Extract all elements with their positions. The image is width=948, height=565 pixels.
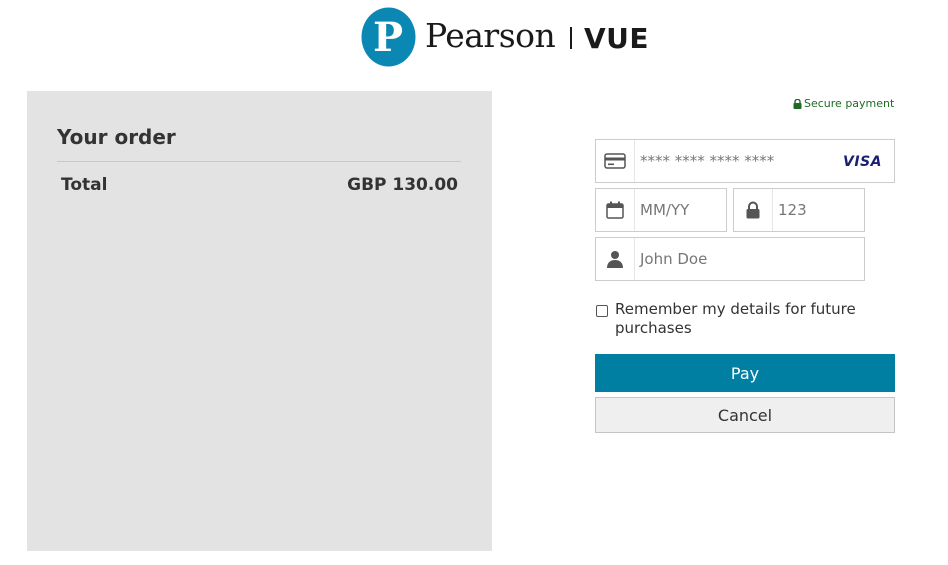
pearson-logo-icon: P <box>361 7 416 67</box>
order-title: Your order <box>57 125 176 149</box>
logo-letter: P <box>373 14 403 61</box>
user-icon <box>596 238 635 280</box>
brand-separator <box>570 27 572 49</box>
secure-payment-indicator: Secure payment <box>793 97 894 110</box>
padlock-icon <box>793 98 802 109</box>
card-number-field[interactable]: **** **** **** **** VISA <box>595 139 895 183</box>
order-summary-panel: Your order Total GBP 130.00 <box>27 91 492 551</box>
order-divider <box>57 161 461 162</box>
total-value: GBP 130.00 <box>347 175 458 195</box>
expiry-field[interactable]: MM/YY <box>595 188 727 232</box>
remember-label[interactable]: Remember my details for future purchases <box>615 300 885 338</box>
remember-checkbox[interactable] <box>596 305 608 317</box>
brand-product: VUE <box>584 22 650 55</box>
remember-details-option[interactable]: Remember my details for future purchases <box>595 300 885 338</box>
credit-card-icon <box>596 140 635 182</box>
card-number-placeholder[interactable]: **** **** **** **** <box>635 152 774 170</box>
lock-icon <box>734 189 773 231</box>
cardholder-name-field[interactable]: John Doe <box>595 237 865 281</box>
calendar-icon <box>596 189 635 231</box>
cardholder-name-placeholder[interactable]: John Doe <box>635 250 707 268</box>
visa-logo: VISA <box>843 154 882 170</box>
brand-name: Pearson <box>425 16 556 55</box>
secure-payment-label: Secure payment <box>804 97 895 110</box>
cancel-button[interactable]: Cancel <box>595 397 895 433</box>
page-header: P Pearson VUE <box>0 0 948 76</box>
expiry-placeholder[interactable]: MM/YY <box>635 201 689 219</box>
total-label: Total <box>61 175 108 195</box>
pay-button[interactable]: Pay <box>595 354 895 392</box>
cvc-placeholder[interactable]: 123 <box>773 201 807 219</box>
cvc-field[interactable]: 123 <box>733 188 865 232</box>
